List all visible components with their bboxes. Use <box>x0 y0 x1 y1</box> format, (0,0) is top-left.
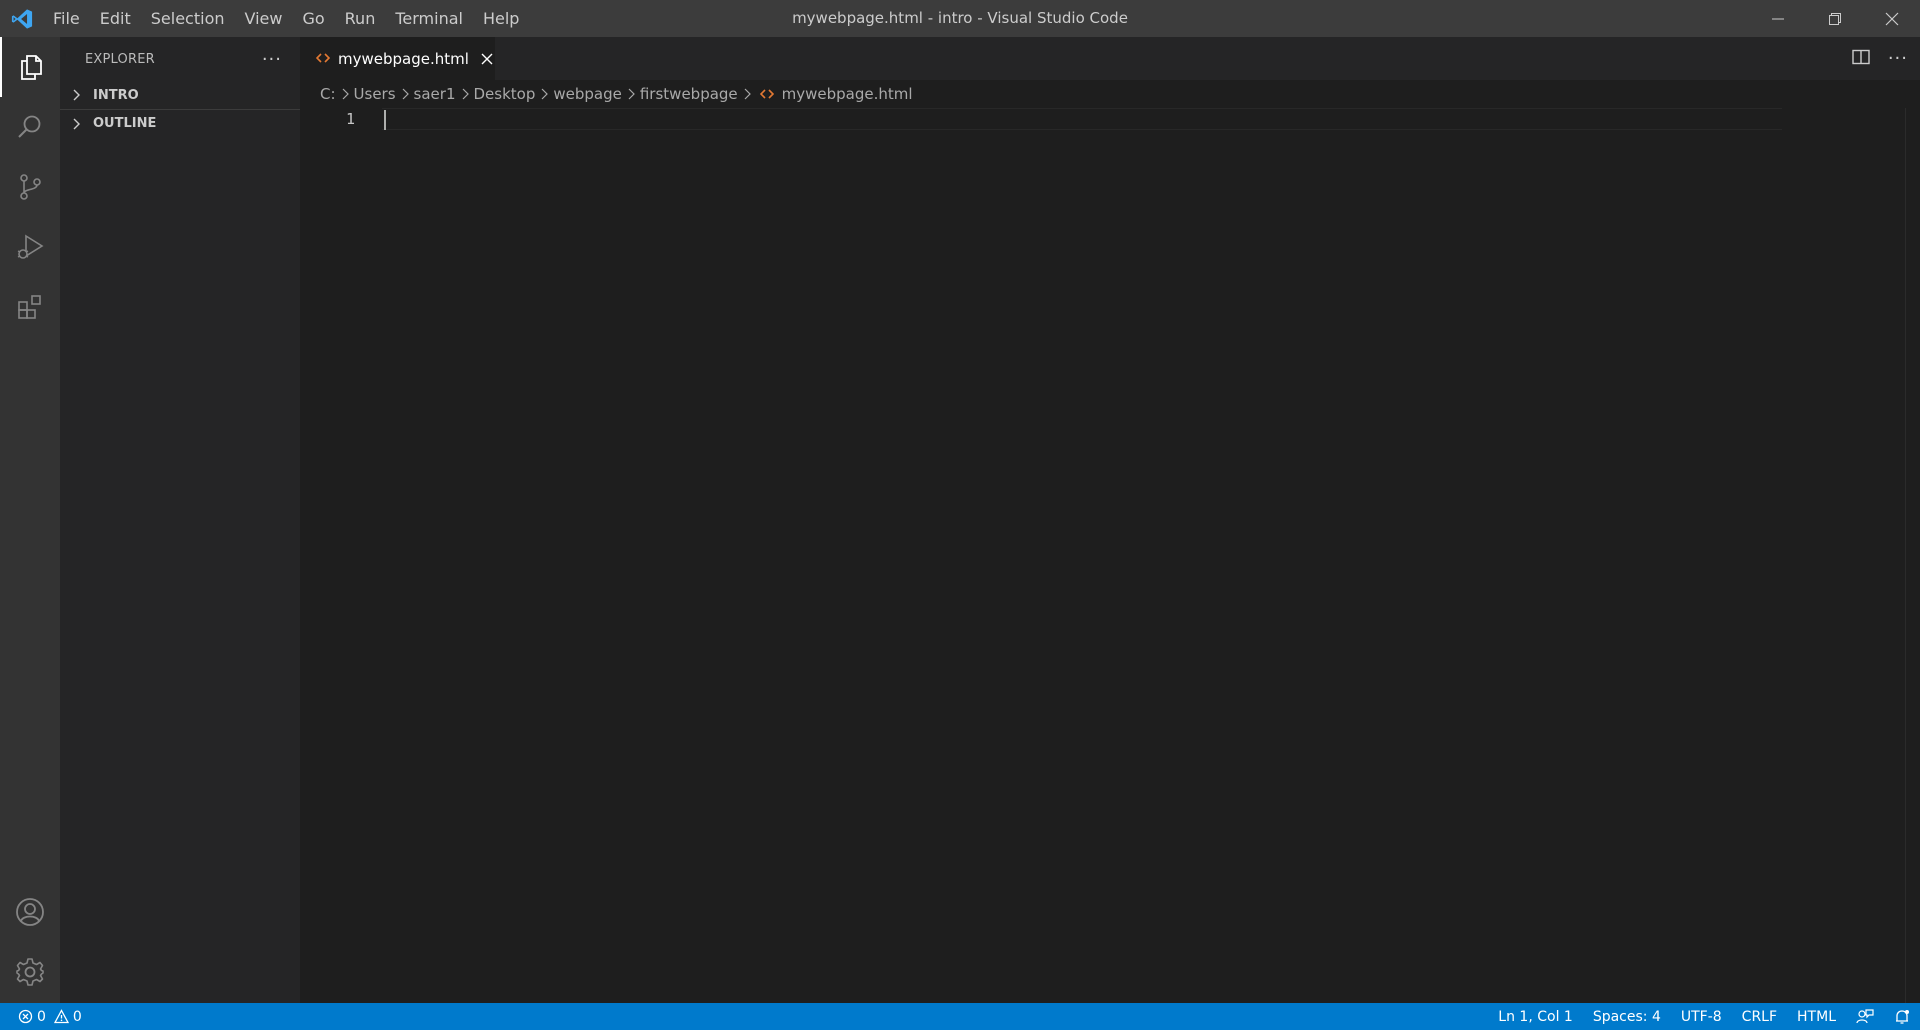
breadcrumb-item[interactable]: Users <box>354 85 396 103</box>
manage-button[interactable] <box>0 942 60 1002</box>
account-icon <box>16 898 44 926</box>
minimize-button[interactable] <box>1749 0 1806 37</box>
editor-area: mywebpage.html ··· C: Users saer1 Deskto… <box>300 37 1920 1003</box>
chevron-right-icon <box>68 89 84 101</box>
problems-indicator[interactable]: 0 0 <box>0 1009 82 1025</box>
indentation[interactable]: Spaces: 4 <box>1593 1009 1661 1025</box>
chevron-right-icon <box>401 88 409 100</box>
tab-label: mywebpage.html <box>338 49 469 68</box>
feedback-icon[interactable] <box>1856 1008 1874 1025</box>
breadcrumb-item[interactable]: saer1 <box>414 85 456 103</box>
accounts-button[interactable] <box>0 882 60 942</box>
breadcrumb-item[interactable]: mywebpage.html <box>782 85 913 103</box>
explorer-sidebar: EXPLORER ··· INTRO OUTLINE <box>60 37 300 1003</box>
editor-actions: ··· <box>1852 37 1908 80</box>
more-actions-icon[interactable]: ··· <box>262 49 282 70</box>
warning-icon <box>53 1009 69 1024</box>
settings-gear-icon <box>16 958 44 986</box>
menu-run[interactable]: Run <box>335 0 386 37</box>
chevron-right-icon <box>341 88 349 100</box>
html-file-icon <box>759 88 774 100</box>
section-label: OUTLINE <box>93 116 157 131</box>
menu-go[interactable]: Go <box>292 0 334 37</box>
error-count: 0 <box>37 1008 46 1025</box>
breadcrumb-item[interactable]: webpage <box>553 85 621 103</box>
menu-file[interactable]: File <box>43 0 90 37</box>
menu-bar: File Edit Selection View Go Run Terminal… <box>43 0 529 37</box>
menu-terminal[interactable]: Terminal <box>385 0 473 37</box>
explorer-button[interactable] <box>0 37 60 97</box>
warning-count: 0 <box>72 1008 82 1025</box>
breadcrumb: C: Users saer1 Desktop webpage firstwebp… <box>300 80 1920 108</box>
code-editor[interactable]: 1 <box>300 108 1920 1003</box>
chevron-right-icon <box>743 88 751 100</box>
activity-bar <box>0 37 60 1003</box>
vscode-logo-icon <box>0 0 43 37</box>
extensions-icon <box>18 295 41 319</box>
section-label: INTRO <box>93 87 139 103</box>
section-outline[interactable]: OUTLINE <box>60 109 300 137</box>
files-icon <box>21 55 42 80</box>
close-icon <box>1885 12 1898 25</box>
search-icon <box>18 115 41 138</box>
split-editor-icon[interactable] <box>1852 49 1870 69</box>
source-control-icon <box>20 174 41 200</box>
menu-edit[interactable]: Edit <box>90 0 141 37</box>
title-bar: File Edit Selection View Go Run Terminal… <box>0 0 1920 37</box>
scrollbar[interactable] <box>1905 108 1906 1003</box>
sidebar-title: EXPLORER <box>85 51 155 67</box>
restore-icon <box>1828 12 1841 25</box>
tab-mywebpage[interactable]: mywebpage.html <box>300 37 495 80</box>
window-controls <box>1749 0 1920 37</box>
text-cursor <box>384 110 386 130</box>
menu-help[interactable]: Help <box>473 0 529 37</box>
end-of-line[interactable]: CRLF <box>1742 1009 1777 1025</box>
chevron-right-icon <box>627 88 635 100</box>
chevron-right-icon <box>68 118 84 130</box>
close-tab-icon[interactable] <box>481 53 493 65</box>
menu-selection[interactable]: Selection <box>141 0 235 37</box>
run-debug-icon <box>17 234 44 259</box>
source-control-button[interactable] <box>0 157 60 217</box>
minimize-icon <box>1771 18 1784 19</box>
language-mode[interactable]: HTML <box>1797 1009 1836 1025</box>
status-right: Ln 1, Col 1 Spaces: 4 UTF-8 CRLF HTML <box>1498 1003 1910 1030</box>
error-icon <box>18 1009 33 1024</box>
line-number: 1 <box>345 110 355 128</box>
chevron-right-icon <box>540 88 549 100</box>
chevron-right-icon <box>461 88 469 100</box>
extensions-button[interactable] <box>0 277 60 337</box>
encoding[interactable]: UTF-8 <box>1681 1009 1722 1025</box>
status-bar: 0 0 Ln 1, Col 1 Spaces: 4 UTF-8 CRLF HTM… <box>0 1003 1920 1030</box>
breadcrumb-item[interactable]: C: <box>320 85 336 103</box>
menu-view[interactable]: View <box>235 0 293 37</box>
html-file-icon <box>315 49 331 68</box>
restore-button[interactable] <box>1806 0 1863 37</box>
breadcrumb-item[interactable]: firstwebpage <box>640 85 738 103</box>
sidebar-header: EXPLORER ··· <box>60 37 300 81</box>
section-intro[interactable]: INTRO <box>60 81 300 109</box>
notifications-bell-icon[interactable] <box>1894 1009 1910 1025</box>
search-button[interactable] <box>0 97 60 157</box>
close-window-button[interactable] <box>1863 0 1920 37</box>
cursor-position[interactable]: Ln 1, Col 1 <box>1498 1009 1573 1025</box>
more-actions-icon[interactable]: ··· <box>1888 48 1908 69</box>
current-line-highlight <box>382 108 1782 130</box>
tab-bar: mywebpage.html ··· <box>300 37 1920 80</box>
breadcrumb-item[interactable]: Desktop <box>474 85 536 103</box>
run-debug-button[interactable] <box>0 217 60 277</box>
